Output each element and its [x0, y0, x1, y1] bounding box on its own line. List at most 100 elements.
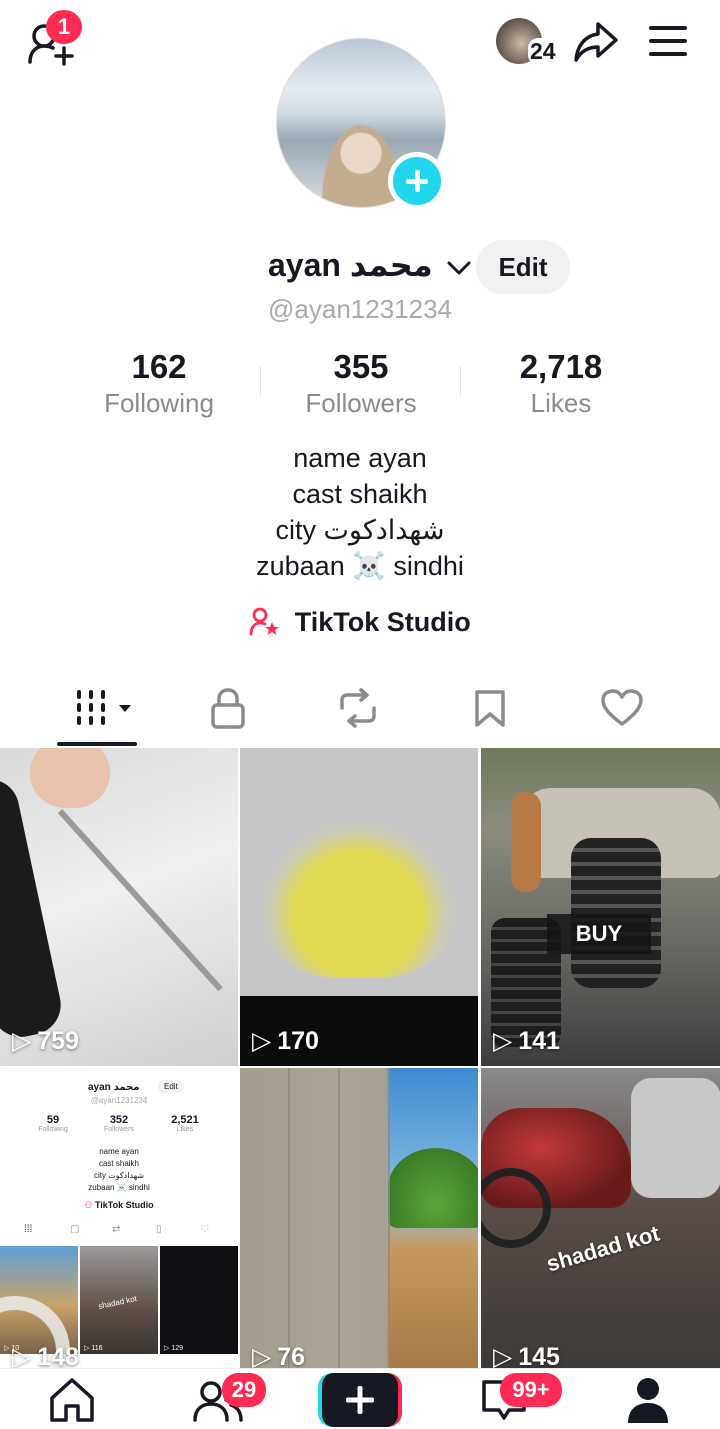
thumb-grid-icon: ⁞⁞⁞	[24, 1224, 33, 1235]
bio-line: city شھدادکوت	[275, 515, 445, 545]
tab-reposts[interactable]	[328, 684, 388, 732]
tiktok-studio-link[interactable]: TikTok Studio	[0, 606, 720, 638]
stat-likes[interactable]: 2,718 Likes	[461, 348, 661, 419]
thumb-mini-views-value: 129	[171, 1345, 184, 1352]
stat-value: 2,718	[519, 348, 603, 385]
video-thumbnail[interactable]: ayan محمد Edit @ayan1231234 59 Following …	[0, 1068, 238, 1368]
tab-underline	[57, 742, 137, 746]
thumb-stat-label: Followers	[104, 1126, 134, 1133]
thumb-stat-label: Following	[38, 1126, 68, 1133]
display-name[interactable]: ayan محمد	[268, 246, 472, 284]
share-button[interactable]	[572, 20, 620, 64]
play-icon: ▷	[493, 1343, 513, 1368]
tab-videos[interactable]	[72, 684, 136, 732]
stat-label: Following	[104, 388, 214, 418]
play-icon: ▷	[12, 1343, 32, 1368]
video-thumbnail[interactable]: ▷ 170	[240, 748, 478, 1066]
tiktok-studio-label: TikTok Studio	[294, 607, 471, 637]
bookmark-icon	[475, 690, 505, 727]
bottom-nav: 29 99+	[0, 1368, 720, 1429]
play-icon: ▷	[12, 1027, 32, 1055]
thumb-mini-caption: shadad kot	[97, 1294, 138, 1311]
thumb-tabs: ⁞⁞⁞ ▢ ⇄ ▯ ♡	[0, 1224, 238, 1244]
create-button-bg	[318, 1371, 402, 1427]
thumb-mini-cell: ▷ 129	[160, 1246, 238, 1354]
thumb-mini-views: ▷ 116	[84, 1345, 103, 1352]
thumb-stat-value: 352	[109, 1114, 129, 1126]
view-count-value: 145	[518, 1342, 560, 1369]
creator-star-icon	[249, 607, 280, 636]
buy-label: BUY	[547, 914, 651, 954]
view-count-value: 170	[277, 1026, 319, 1055]
thumb-bio-line: zubaan ☠️ sindhi	[88, 1183, 150, 1192]
video-thumbnail[interactable]: ▷ 76	[240, 1068, 478, 1368]
thumb-bio-line: city شھدادکوت	[93, 1171, 145, 1180]
thumb-studio: ⚇ TikTok Studio	[0, 1200, 238, 1211]
thumb-edit: Edit	[158, 1080, 184, 1093]
plus-icon	[346, 1386, 374, 1414]
tab-liked[interactable]	[592, 684, 652, 732]
stat-following[interactable]: 162 Following	[59, 348, 259, 419]
heart-icon	[601, 689, 643, 726]
thumb-shape	[388, 1148, 478, 1228]
repost-icon	[340, 688, 376, 728]
play-icon: ▷	[493, 1027, 513, 1055]
thumb-stat: 2,521 Likes	[164, 1114, 206, 1133]
thumb-name: ayan محمد	[88, 1082, 140, 1093]
nav-home[interactable]	[38, 1369, 106, 1429]
viewers-count: 24	[528, 38, 558, 65]
thumb-handle: @ayan1231234	[90, 1096, 148, 1105]
view-count-value: 141	[518, 1026, 560, 1055]
hamburger-menu-icon	[649, 26, 687, 56]
thumb-mini-views-value: 116	[91, 1345, 103, 1352]
thumb-shape	[511, 792, 541, 892]
thumb-bio-line: cast shaikh	[98, 1159, 140, 1168]
video-thumbnail[interactable]: BUY ▷ 141	[481, 748, 720, 1066]
view-count-value: 148	[37, 1342, 79, 1369]
thumb-mini-cell: shadad kot ▷ 116	[80, 1246, 158, 1354]
tab-private[interactable]	[198, 684, 258, 732]
video-thumbnail[interactable]: shadad kot ▷ 145	[481, 1068, 720, 1368]
view-count-value: 759	[37, 1026, 79, 1055]
view-count: ▷ 148	[12, 1342, 79, 1369]
stat-followers[interactable]: 355 Followers	[261, 348, 461, 419]
stat-value: 355	[333, 348, 389, 385]
edit-profile-button[interactable]: Edit	[476, 240, 570, 294]
view-count: ▷ 170	[252, 1026, 319, 1056]
view-count: ▷ 145	[493, 1342, 560, 1369]
thumb-studio-icon: ⚇	[84, 1200, 95, 1210]
thumb-stat: 352 Followers	[98, 1114, 140, 1133]
thumb-shape	[258, 818, 458, 978]
thumb-mini-views: ▷ 129	[164, 1345, 184, 1352]
username: @ayan1231234	[268, 294, 452, 324]
thumb-shape	[481, 1168, 551, 1248]
home-icon	[50, 1378, 94, 1422]
tab-favorites[interactable]	[460, 684, 520, 732]
lock-icon	[211, 688, 245, 729]
view-count-value: 76	[277, 1342, 306, 1369]
thumb-bio-line: name ayan	[99, 1147, 139, 1156]
nav-profile[interactable]	[614, 1369, 682, 1429]
thumb-stat-value: 2,521	[171, 1114, 199, 1126]
bio-line: cast shaikh	[292, 479, 428, 509]
thumb-repost-icon: ⇄	[112, 1224, 121, 1235]
display-name-text: ayan محمد	[268, 247, 433, 283]
profile-icon	[628, 1378, 668, 1423]
view-count: ▷ 759	[12, 1026, 79, 1056]
stat-label: Likes	[530, 388, 592, 418]
video-thumbnail[interactable]: ▷ 759	[0, 748, 238, 1066]
create-button[interactable]	[316, 1369, 404, 1429]
bio: name ayan cast shaikh city شھدادکوت zuba…	[0, 440, 720, 584]
add-friends-badge: 1	[46, 10, 82, 44]
thumb-bio: name ayan cast shaikh city شھدادکوت zuba…	[0, 1146, 238, 1194]
play-icon: ▷	[252, 1343, 272, 1368]
bio-line: zubaan ☠️ sindhi	[256, 551, 464, 581]
thumb-shape	[240, 1068, 390, 1368]
friends-badge: 29	[222, 1373, 266, 1407]
menu-button[interactable]	[648, 24, 688, 60]
thumb-shape	[0, 773, 67, 1043]
stat-label: Followers	[305, 388, 417, 418]
play-icon: ▷	[252, 1027, 272, 1055]
add-story-icon[interactable]	[388, 152, 446, 210]
view-count: ▷ 141	[493, 1026, 560, 1056]
